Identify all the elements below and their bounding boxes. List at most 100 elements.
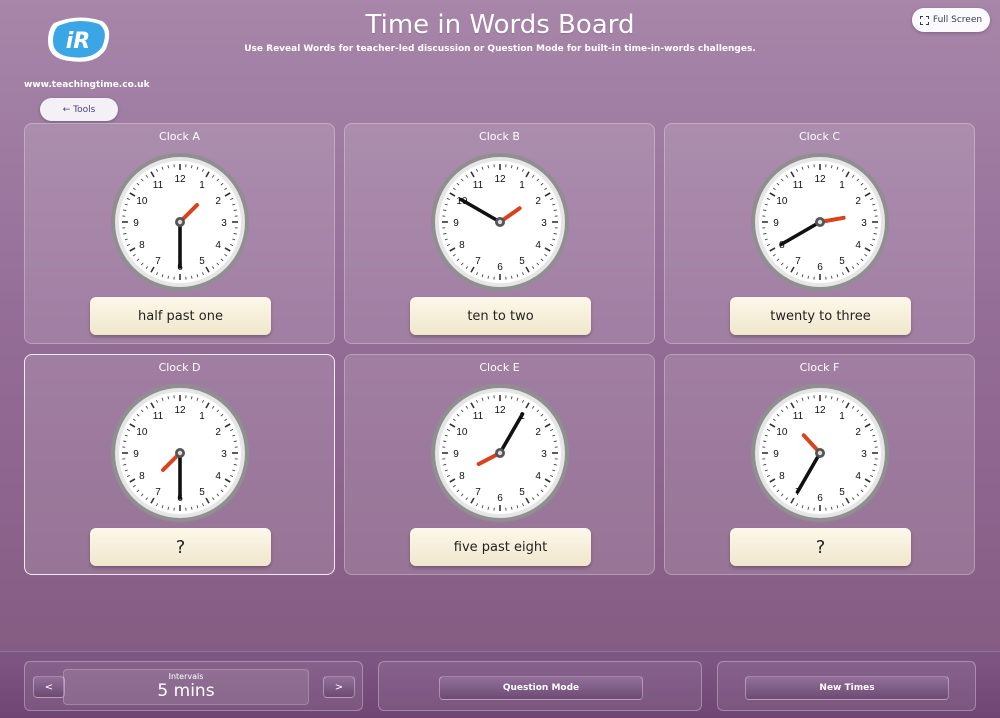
clock-number: 3 [541, 218, 547, 229]
footer-toolbar: < Intervals 5 mins > Question Mode New T… [0, 651, 1000, 718]
clock-number: 8 [459, 471, 465, 482]
clock-card-b[interactable]: Clock B 121234567891011 ten to two [344, 123, 655, 344]
clock-card-f[interactable]: Clock F 121234567891011 ? [664, 354, 975, 575]
interval-decrease-button[interactable]: < [33, 676, 65, 698]
answer-box[interactable]: ten to two [410, 297, 591, 335]
clock-grid: Clock A 121234567891011 half past one Cl… [24, 123, 976, 577]
clock-number: 7 [155, 256, 161, 267]
clock-number: 5 [839, 487, 845, 498]
clock-card-a[interactable]: Clock A 121234567891011 half past one [24, 123, 335, 344]
clock-number: 11 [473, 411, 484, 422]
intervals-panel: < Intervals 5 mins > [24, 661, 363, 711]
clock-number: 12 [174, 174, 186, 185]
clock-number: 1 [519, 180, 525, 191]
clock-number: 5 [199, 487, 205, 498]
clock-number: 9 [773, 218, 779, 229]
clock-number: 11 [473, 180, 484, 191]
clock-number: 12 [174, 405, 186, 416]
clock-label: Clock F [665, 361, 974, 374]
clock-number: 2 [535, 427, 541, 438]
clock-number: 5 [519, 487, 525, 498]
clock-number: 7 [795, 256, 801, 267]
tools-button[interactable]: ← Tools [40, 98, 118, 121]
clock-number: 11 [793, 180, 804, 191]
clock-number: 12 [494, 405, 506, 416]
clock-number: 12 [494, 174, 506, 185]
clock-pin-center [818, 451, 822, 455]
fullscreen-icon [920, 16, 929, 25]
clock-number: 5 [519, 256, 525, 267]
fullscreen-button[interactable]: Full Screen [912, 8, 990, 32]
clock-number: 6 [817, 493, 823, 504]
clock-number: 2 [855, 427, 861, 438]
answer-box[interactable]: half past one [90, 297, 271, 335]
intervals-value: 5 mins [64, 681, 308, 701]
clock-number: 2 [215, 427, 221, 438]
clock-number: 4 [215, 240, 221, 251]
page-subtitle: Use Reveal Words for teacher-led discuss… [200, 44, 800, 54]
clock-number: 6 [817, 262, 823, 273]
new-times-panel: New Times [717, 661, 976, 711]
answer-box[interactable]: five past eight [410, 528, 591, 566]
clock-number: 11 [153, 411, 164, 422]
clock-number: 2 [215, 196, 221, 207]
intervals-label: Intervals [64, 672, 308, 681]
clock-number: 11 [153, 180, 164, 191]
clock-label: Clock A [25, 130, 334, 143]
clock-number: 9 [133, 449, 139, 460]
clock-number: 10 [776, 427, 788, 438]
answer-box[interactable]: ? [90, 528, 271, 566]
clock-number: 12 [814, 174, 826, 185]
clock-pin-center [178, 220, 182, 224]
question-mode-button[interactable]: Question Mode [439, 676, 643, 700]
answer-box[interactable]: ? [730, 528, 911, 566]
clock-card-d[interactable]: Clock D 121234567891011 ? [24, 354, 335, 575]
clock-number: 3 [861, 449, 867, 460]
clock-number: 9 [453, 449, 459, 460]
new-times-button[interactable]: New Times [745, 676, 949, 700]
clock-number: 8 [779, 471, 785, 482]
clock-number: 9 [453, 218, 459, 229]
clock-number: 3 [221, 218, 227, 229]
fullscreen-label: Full Screen [933, 15, 982, 25]
header: Time in Words Board Use Reveal Words for… [200, 8, 800, 54]
clock-card-e[interactable]: Clock E 121234567891011 five past eight [344, 354, 655, 575]
clock-number: 8 [459, 240, 465, 251]
clock-number: 6 [497, 493, 503, 504]
clock-pin-center [178, 451, 182, 455]
answer-box[interactable]: twenty to three [730, 297, 911, 335]
clock-number: 2 [535, 196, 541, 207]
clock-label: Clock C [665, 130, 974, 143]
analog-clock: 121234567891011 [430, 152, 570, 292]
clock-number: 5 [839, 256, 845, 267]
logo-text: iR [66, 29, 90, 54]
clock-number: 3 [221, 449, 227, 460]
clock-number: 4 [215, 471, 221, 482]
clock-pin-center [498, 451, 502, 455]
clock-number: 10 [136, 427, 148, 438]
interval-increase-button[interactable]: > [323, 676, 355, 698]
analog-clock: 121234567891011 [750, 152, 890, 292]
analog-clock: 121234567891011 [110, 152, 250, 292]
analog-clock: 121234567891011 [110, 383, 250, 523]
clock-number: 1 [839, 411, 845, 422]
clock-number: 8 [139, 240, 145, 251]
intervals-display: Intervals 5 mins [63, 669, 309, 705]
page-title: Time in Words Board [200, 8, 800, 42]
clock-label: Clock E [345, 361, 654, 374]
clock-pin-center [498, 220, 502, 224]
ir-logo: iR [44, 15, 112, 65]
clock-card-c[interactable]: Clock C 121234567891011 twenty to three [664, 123, 975, 344]
analog-clock: 121234567891011 [750, 383, 890, 523]
clock-number: 10 [456, 427, 468, 438]
clock-label: Clock D [25, 361, 334, 374]
clock-number: 1 [199, 180, 205, 191]
clock-number: 9 [773, 449, 779, 460]
site-url[interactable]: www.teachingtime.co.uk [24, 80, 150, 90]
clock-number: 4 [855, 240, 861, 251]
clock-number: 5 [199, 256, 205, 267]
question-mode-panel: Question Mode [378, 661, 702, 711]
clock-number: 10 [136, 196, 148, 207]
clock-pin-center [818, 220, 822, 224]
clock-number: 1 [839, 180, 845, 191]
